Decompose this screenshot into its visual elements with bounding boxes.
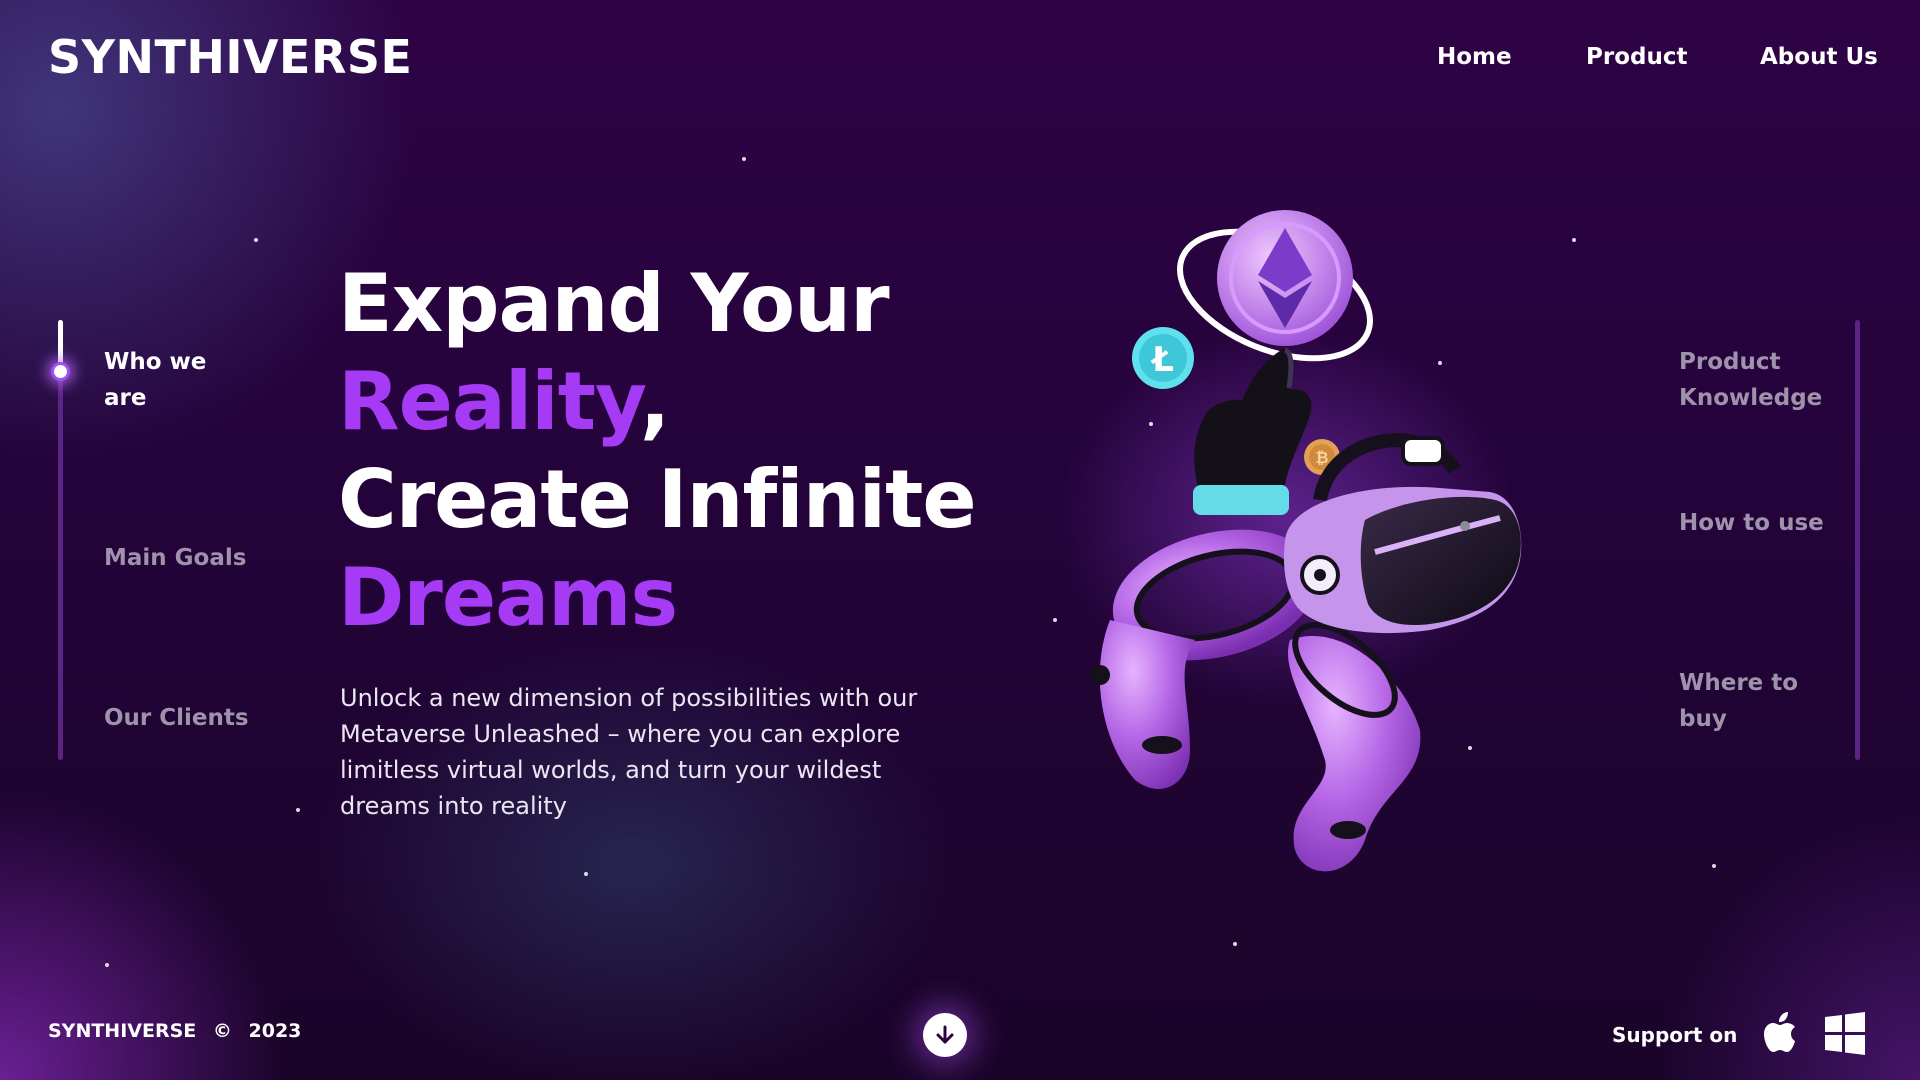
scroll-down-button[interactable]	[923, 1013, 967, 1057]
headline-accent-reality: Reality	[338, 355, 641, 448]
hand-glove-icon	[1193, 347, 1312, 515]
star	[254, 238, 258, 242]
left-section-rail	[58, 320, 63, 760]
brand-logo[interactable]: SYNTHIVERSE	[48, 30, 412, 84]
star	[584, 872, 588, 876]
section-how-to-use[interactable]: How to use	[1679, 505, 1849, 541]
section-who-we-are[interactable]: Who we are	[104, 344, 254, 416]
headline-line-1: Expand Your	[338, 257, 890, 350]
hero-description: Unlock a new dimension of possibilities …	[340, 684, 918, 820]
star	[1053, 618, 1057, 622]
headline-comma: ,	[639, 355, 670, 448]
section-main-goals[interactable]: Main Goals	[104, 540, 254, 576]
svg-text:Ł: Ł	[1150, 340, 1174, 380]
arrow-down-icon	[936, 1025, 954, 1044]
star	[1149, 422, 1153, 426]
star	[105, 963, 109, 967]
section-our-clients[interactable]: Our Clients	[104, 700, 254, 736]
star	[1572, 238, 1576, 242]
star	[1233, 942, 1237, 946]
section-product-knowledge[interactable]: Product Knowledge	[1679, 344, 1849, 416]
litecoin-coin-icon: Ł	[1132, 327, 1194, 389]
headline-line-3: Create Infinite	[338, 453, 977, 546]
nav-home[interactable]: Home	[1437, 44, 1512, 70]
nav-about-us[interactable]: About Us	[1760, 44, 1878, 70]
star	[1712, 864, 1716, 868]
apple-icon[interactable]	[1760, 1010, 1806, 1056]
vr-hero-illustration: Ł ₿	[1090, 210, 1522, 872]
headline-accent-dreams: Dreams	[338, 551, 678, 644]
footer-copyright: SYNTHIVERSE © 2023	[48, 1020, 311, 1042]
star	[1468, 746, 1472, 750]
footer-brand: SYNTHIVERSE	[48, 1020, 197, 1042]
footer-year: 2023	[248, 1020, 302, 1042]
section-where-to-buy[interactable]: Where to buy	[1679, 665, 1849, 737]
vr-controller-right	[1288, 622, 1421, 872]
vr-controller-left	[1090, 529, 1318, 789]
ethereum-coin-icon	[1217, 210, 1353, 346]
svg-text:₿: ₿	[1315, 448, 1328, 467]
nav-product[interactable]: Product	[1586, 44, 1687, 70]
active-section-indicator	[51, 362, 70, 381]
star	[742, 157, 746, 161]
windows-icon[interactable]	[1822, 1010, 1868, 1056]
hero-headline: Expand Your Reality, Create Infinite Dre…	[338, 255, 977, 647]
support-on-label: Support on	[1612, 1023, 1738, 1047]
right-section-rail	[1855, 320, 1860, 760]
star	[1438, 361, 1442, 365]
star	[296, 808, 300, 812]
copyright-icon: ©	[212, 1020, 232, 1042]
